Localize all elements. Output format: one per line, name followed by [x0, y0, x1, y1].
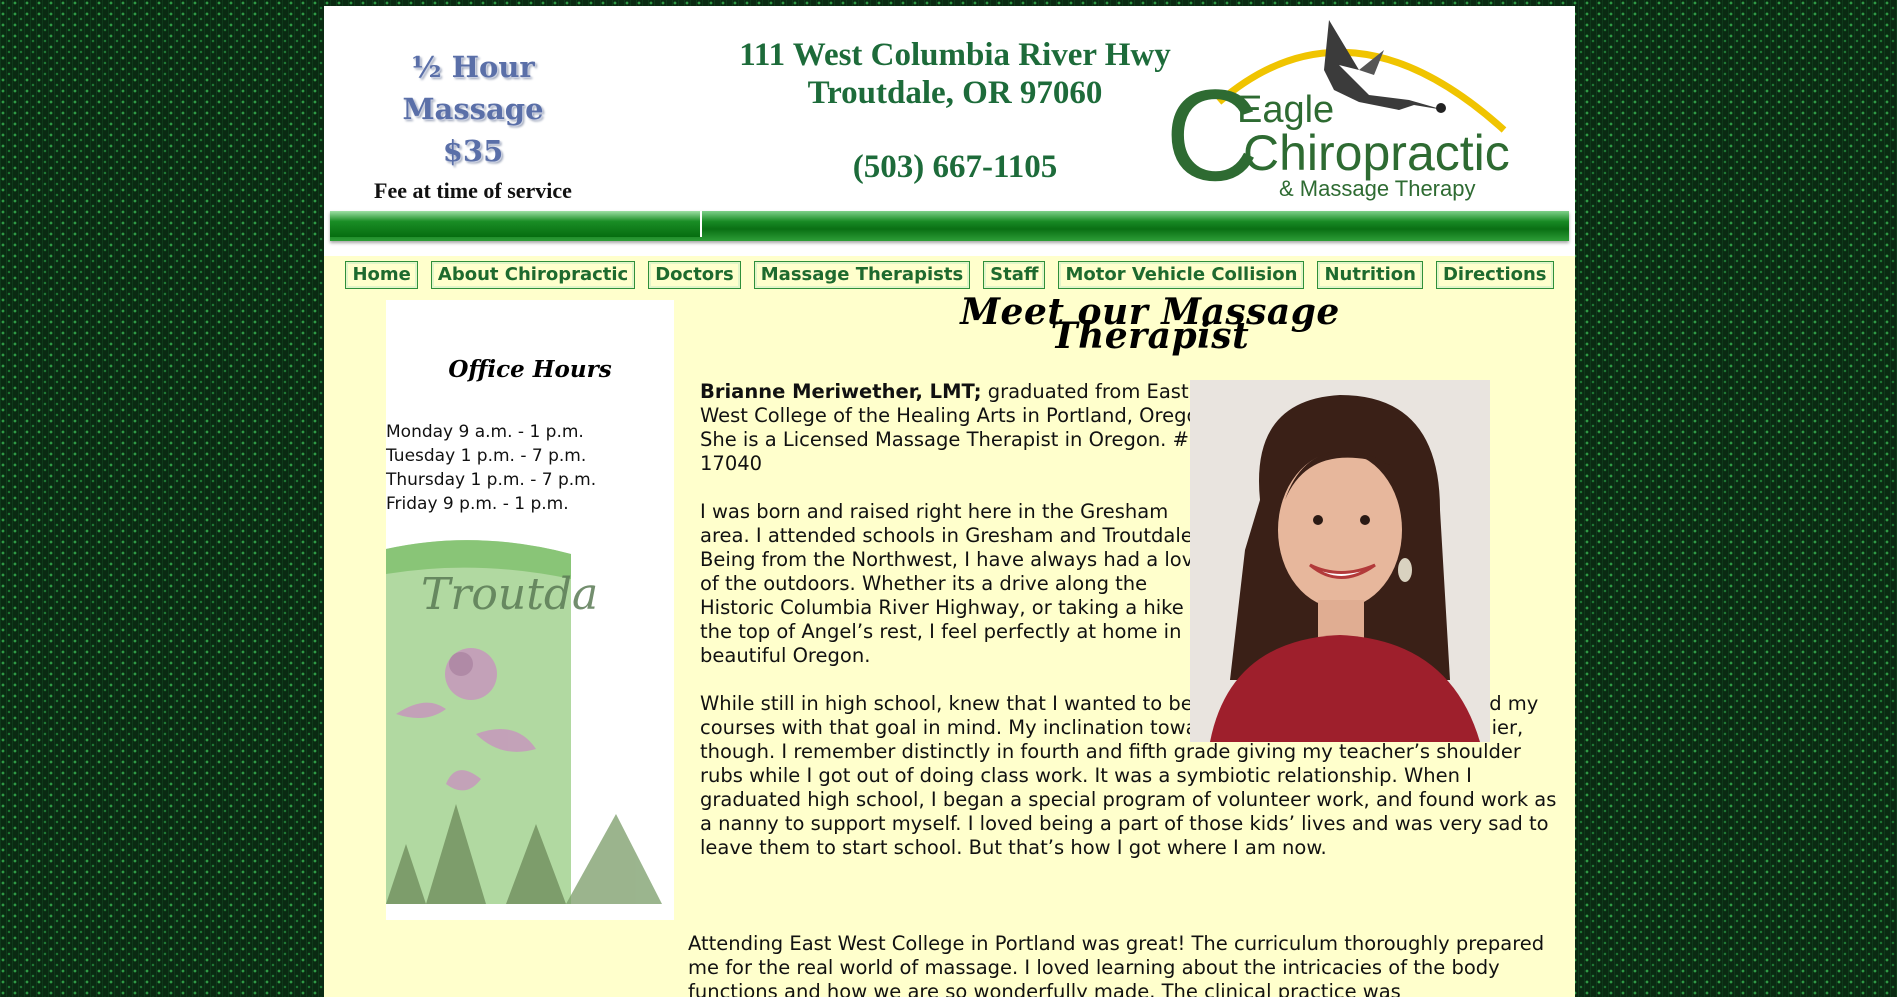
promo-title: ½ Hour Massage	[402, 50, 544, 126]
bio-paragraph-1: Brianne Meriwether, LMT; graduated from …	[700, 380, 1220, 476]
bio-paragraph-4: Attending East West College in Portland …	[688, 932, 1545, 997]
hours-monday: Monday 9 a.m. - 1 p.m.	[386, 422, 584, 442]
logo-chiropractic-text: Chiropractic	[1243, 125, 1510, 181]
nav-home[interactable]: Home	[345, 261, 418, 289]
therapist-name: Brianne Meriwether, LMT;	[700, 380, 982, 403]
nav-motor-vehicle-collision[interactable]: Motor Vehicle Collision	[1058, 261, 1305, 289]
address-street: 111 West Columbia River Hwy	[739, 37, 1171, 73]
nav-about-chiropractic[interactable]: About Chiropractic	[430, 261, 636, 289]
office-hours-title: Office Hours	[448, 356, 612, 383]
hours-friday: Friday 9 p.m. - 1 p.m.	[386, 494, 569, 514]
massage-promo: ½ Hour Massage $35 Fee at time of servic…	[360, 46, 586, 204]
nav-nutrition[interactable]: Nutrition	[1317, 261, 1423, 289]
troutdale-water-tower-image: Troutda	[386, 534, 662, 904]
nav-doctors[interactable]: Doctors	[648, 261, 741, 289]
nav-directions[interactable]: Directions	[1435, 261, 1554, 289]
hours-thursday: Thursday 1 p.m. - 7 p.m.	[386, 470, 597, 490]
clinic-address: 111 West Columbia River Hwy Troutdale, O…	[690, 36, 1220, 186]
site-header: ½ Hour Massage $35 Fee at time of servic…	[324, 6, 1575, 256]
nav-staff[interactable]: Staff	[983, 261, 1046, 289]
promo-fee-note: Fee at time of service	[374, 178, 572, 203]
page-heading: Meet our Massage Therapist	[960, 291, 1340, 357]
hours-tuesday: Tuesday 1 p.m. - 7 p.m.	[386, 446, 587, 466]
therapist-photo	[1190, 380, 1490, 742]
header-divider-bar	[330, 211, 1569, 241]
tower-lettering: Troutda	[421, 569, 598, 620]
phone-number[interactable]: (503) 667-1105	[690, 148, 1220, 186]
main-navigation: Home About Chiropractic Doctors Massage …	[324, 261, 1575, 293]
promo-price: $35	[442, 134, 504, 168]
eagle-icon	[1324, 20, 1446, 113]
logo-massage-text: & Massage Therapy	[1279, 176, 1475, 201]
bio-paragraph-2: I was born and raised right here in the …	[700, 500, 1210, 667]
address-city: Troutdale, OR 97060	[807, 75, 1103, 111]
page-container: ½ Hour Massage $35 Fee at time of servic…	[324, 6, 1575, 997]
office-hours-list: Monday 9 a.m. - 1 p.m. Tuesday 1 p.m. - …	[386, 420, 596, 516]
eagle-chiropractic-logo[interactable]: C Eagle Chiropractic & Massage Therapy	[1159, 10, 1569, 210]
nav-massage-therapists[interactable]: Massage Therapists	[753, 261, 971, 289]
office-hours-sidebar: Office Hours Monday 9 a.m. - 1 p.m. Tues…	[386, 300, 674, 920]
